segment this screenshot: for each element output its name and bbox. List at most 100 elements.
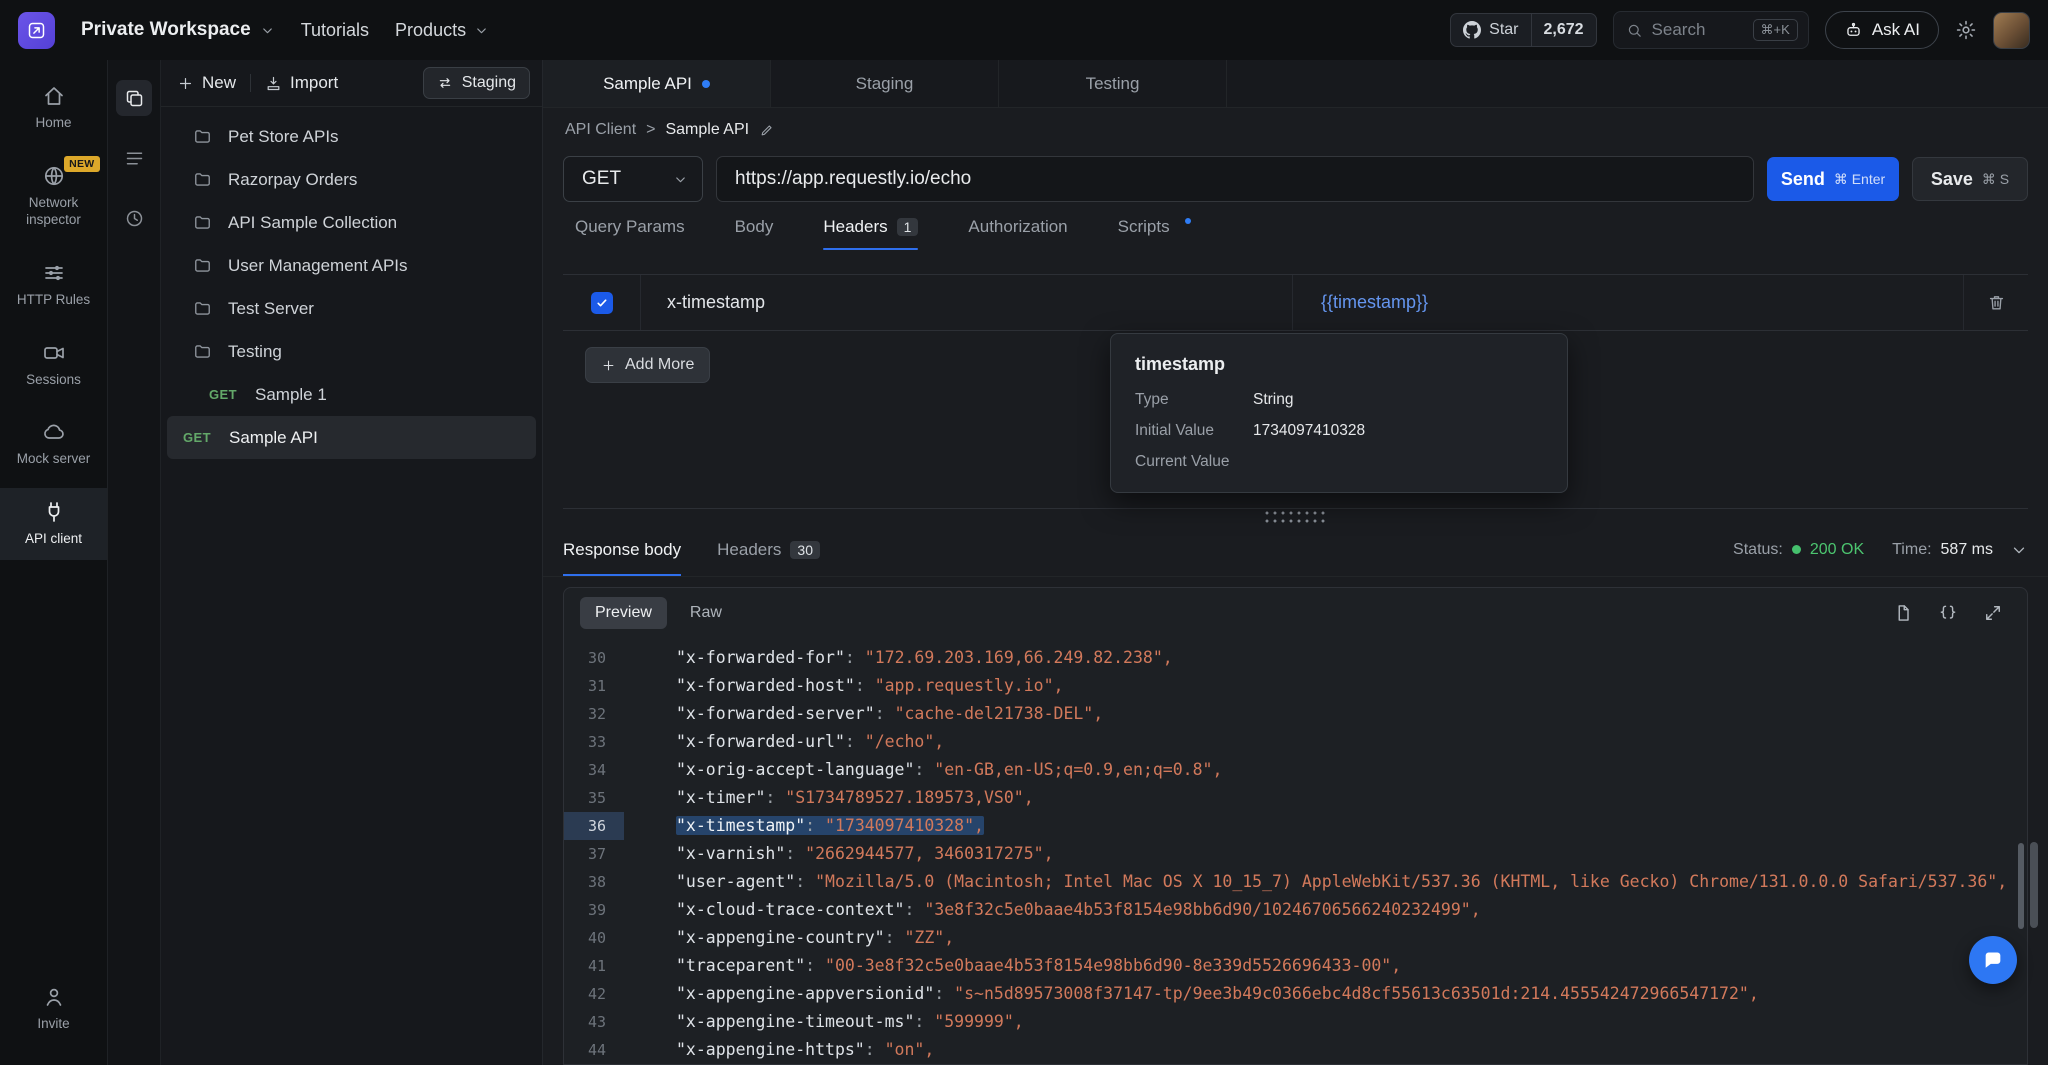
collection-pet-store-apis[interactable]: Pet Store APIs (161, 115, 542, 158)
collection-user-management-apis[interactable]: User Management APIs (161, 244, 542, 287)
search-box[interactable]: ⌘+K (1613, 11, 1809, 49)
requestly-logo-icon[interactable] (18, 12, 55, 49)
search-input[interactable] (1652, 20, 1744, 40)
breadcrumb-separator: > (646, 121, 655, 139)
breadcrumb-root[interactable]: API Client (565, 121, 636, 139)
environment-switcher[interactable]: Staging (423, 67, 530, 99)
network-inspector-icon (42, 164, 66, 188)
code-line: 44"x-appengine-https": "on", (564, 1036, 2027, 1064)
collections-panel-button[interactable] (116, 80, 152, 116)
chevron-down-icon (474, 23, 489, 38)
header-key-field[interactable]: x-timestamp (641, 275, 1293, 330)
sidebar-item-label: Sessions (26, 372, 81, 389)
request-tab-authorization[interactable]: Authorization (968, 204, 1067, 250)
settings-gear-icon[interactable] (1955, 19, 1977, 41)
chat-fab-button[interactable] (1969, 936, 2017, 984)
code-line: 30"x-forwarded-for": "172.69.203.169,66.… (564, 644, 2027, 672)
plus-icon (601, 358, 616, 373)
header-enabled-checkbox[interactable] (591, 292, 613, 314)
github-icon (1463, 21, 1481, 39)
new-button[interactable]: New (177, 73, 236, 93)
sidebar-item-mock-server[interactable]: Mock server (0, 408, 107, 480)
collapse-response-chevron-icon[interactable] (2010, 541, 2028, 559)
request-tab-query-params[interactable]: Query Params (575, 204, 685, 250)
workspace-switcher[interactable]: Private Workspace (81, 19, 275, 41)
nav-tutorials[interactable]: Tutorials (301, 20, 369, 41)
response-body-label: Response body (563, 540, 681, 560)
request-bar: GET Send ⌘ Enter Save ⌘ S (563, 156, 2028, 202)
avatar[interactable] (1993, 12, 2030, 49)
format-braces-icon[interactable] (1938, 603, 1958, 623)
import-button[interactable]: Import (265, 73, 338, 93)
tree-item-name: Razorpay Orders (228, 170, 357, 190)
doc-tab-staging[interactable]: Staging (771, 60, 999, 107)
method-value: GET (582, 168, 621, 190)
header-value-field[interactable]: {{timestamp}} (1293, 275, 1964, 330)
delete-header-button[interactable] (1964, 275, 2028, 330)
doc-tab-sample-api[interactable]: Sample API (543, 60, 771, 107)
request-sample-api[interactable]: GETSample API (167, 416, 536, 459)
history-panel-button[interactable] (116, 200, 152, 236)
request-tab-body[interactable]: Body (735, 204, 774, 250)
url-input[interactable] (735, 168, 1735, 190)
view-preview-button[interactable]: Preview (580, 597, 667, 629)
ask-ai-button[interactable]: Ask AI (1825, 11, 1939, 49)
sidebar-item-http-rules[interactable]: HTTP Rules (0, 249, 107, 321)
environments-panel-button[interactable] (116, 140, 152, 176)
sidebar-item-home[interactable]: Home (0, 72, 107, 144)
sidebar-item-label: Home (35, 115, 71, 132)
trash-icon (1987, 293, 2006, 312)
pane-resize-handle[interactable] (1263, 509, 1329, 524)
tab-response-headers[interactable]: Headers 30 (717, 523, 820, 576)
github-star-widget[interactable]: Star 2,672 (1450, 13, 1596, 47)
add-more-button[interactable]: Add More (585, 347, 710, 383)
code-line: 31"x-forwarded-host": "app.requestly.io"… (564, 672, 2027, 700)
line-number: 32 (564, 700, 624, 728)
new-badge: NEW (64, 156, 99, 172)
request-sample-1[interactable]: GETSample 1 (161, 373, 542, 416)
view-raw-button[interactable]: Raw (675, 597, 737, 629)
nav-products[interactable]: Products (395, 20, 489, 41)
response-scrollbar[interactable] (2018, 843, 2024, 929)
request-tab-headers[interactable]: Headers1 (823, 204, 918, 250)
chevron-down-icon (673, 172, 688, 187)
collection-testing[interactable]: Testing (161, 330, 542, 373)
sidebar-item-label: Invite (37, 1016, 69, 1033)
list-icon (124, 148, 145, 169)
line-number: 38 (564, 868, 624, 896)
search-shortcut-badge: ⌘+K (1753, 19, 1798, 41)
expand-icon[interactable] (1983, 603, 2003, 623)
edit-name-pencil-icon[interactable] (759, 123, 774, 138)
line-number: 39 (564, 896, 624, 924)
line-number: 43 (564, 1008, 624, 1036)
copy-response-icon[interactable] (1893, 603, 1913, 623)
method-select[interactable]: GET (563, 156, 703, 202)
sidebar-item-label: Network inspector (8, 195, 100, 229)
popover-row-value: 1734097410328 (1253, 420, 1365, 442)
collection-test-server[interactable]: Test Server (161, 287, 542, 330)
tab-response-body[interactable]: Response body (563, 523, 681, 576)
sidebar-item-network-inspector[interactable]: NEW Network inspector (0, 152, 107, 241)
save-button[interactable]: Save ⌘ S (1912, 157, 2028, 201)
response-body-code: 30"x-forwarded-for": "172.69.203.169,66.… (564, 638, 2027, 1064)
sidebar-item-invite[interactable]: Invite (0, 973, 107, 1045)
sidebar-item-sessions[interactable]: Sessions (0, 329, 107, 401)
send-button[interactable]: Send ⌘ Enter (1767, 157, 1899, 201)
send-shortcut: ⌘ Enter (1834, 171, 1885, 188)
window-scrollbar[interactable] (2030, 842, 2038, 928)
method-badge: GET (183, 430, 217, 445)
status-value: 200 OK (1810, 541, 1864, 559)
response-toolbar: Preview Raw (564, 588, 2027, 638)
sidebar-item-api-client[interactable]: API client (0, 488, 107, 560)
folder-icon (193, 127, 212, 146)
tab-count-badge: 1 (897, 218, 919, 236)
collection-razorpay-orders[interactable]: Razorpay Orders (161, 158, 542, 201)
request-tab-scripts[interactable]: Scripts (1118, 204, 1191, 250)
doc-tab-testing[interactable]: Testing (999, 60, 1227, 107)
code-line: 37"x-varnish": "2662944577, 3460317275", (564, 840, 2027, 868)
popover-row-value: String (1253, 389, 1294, 411)
collection-api-sample-collection[interactable]: API Sample Collection (161, 201, 542, 244)
check-icon (595, 296, 609, 310)
add-more-label: Add More (625, 356, 694, 374)
doc-tab-label: Testing (1086, 74, 1140, 94)
